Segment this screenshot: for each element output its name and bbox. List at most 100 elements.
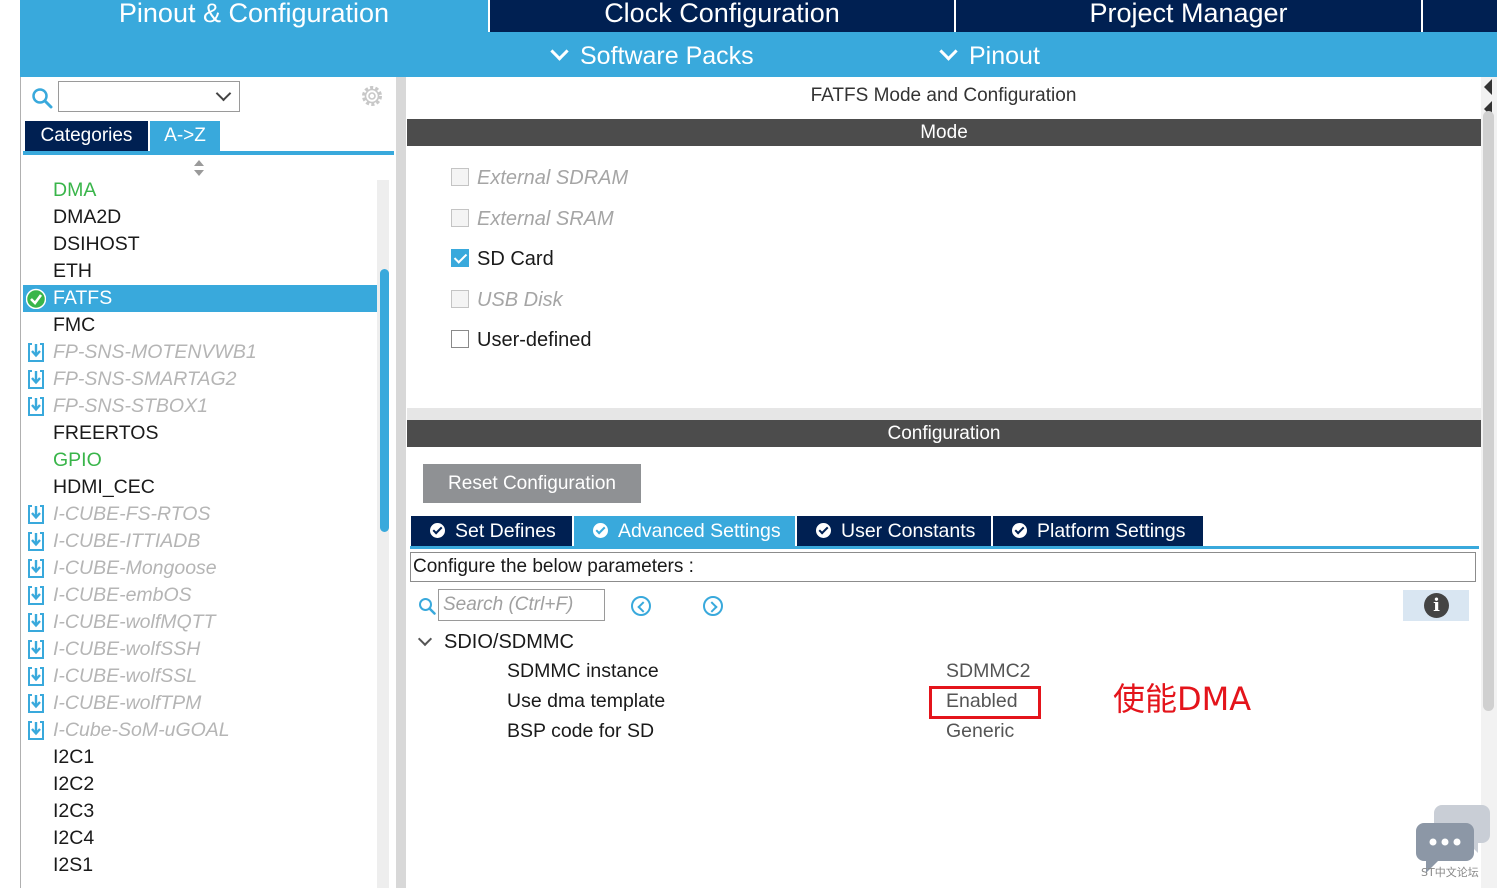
gear-icon[interactable]	[359, 83, 385, 109]
list-item-i-cube-wolfssh[interactable]: I-CUBE-wolfSSH	[23, 636, 379, 663]
mode-option-external-sdram: External SDRAM	[451, 163, 628, 193]
mode-option-user-defined[interactable]: User-defined	[451, 325, 592, 355]
parameter-search-input[interactable]: Search (Ctrl+F)	[438, 589, 605, 621]
check-circle-icon	[430, 523, 445, 538]
list-item-label: ETH	[53, 260, 92, 282]
checkbox	[451, 167, 469, 186]
list-item-i2c1[interactable]: I2C1	[23, 744, 379, 771]
chevron-down-icon	[939, 42, 958, 61]
list-item-dfsdm1[interactable]: DFSDM1	[23, 169, 379, 177]
download-icon	[28, 532, 44, 551]
checkbox[interactable]	[451, 329, 469, 348]
software-packs-menu[interactable]: Software Packs	[550, 32, 754, 77]
panel-scrollbar-thumb[interactable]	[1483, 111, 1494, 711]
param-value[interactable]: SDMMC2	[946, 657, 1031, 685]
list-item-i-cube-som-ugoal[interactable]: I-Cube-SoM-uGOAL	[23, 717, 379, 744]
component-list: DFSDM1 DMA DMA2D DSIHOST ETH FATFS FMC FP-SNS-M…	[23, 169, 381, 888]
watermark-text: ST中文论坛	[1421, 866, 1479, 879]
list-item-i2c3[interactable]: I2C3	[23, 798, 379, 825]
download-icon	[28, 505, 44, 524]
previous-match-icon[interactable]	[631, 596, 651, 616]
list-item-label: I2S1	[53, 854, 94, 876]
download-icon	[28, 721, 44, 740]
list-item-fp-sns-smartag2[interactable]: FP-SNS-SMARTAG2	[23, 366, 379, 393]
list-item-i-cube-embos[interactable]: I-CUBE-embOS	[23, 582, 379, 609]
next-match-icon[interactable]	[703, 596, 723, 616]
param-label: Use dma template	[507, 690, 666, 712]
download-icon	[28, 586, 44, 605]
search-icon[interactable]	[418, 597, 436, 615]
list-item-i-cube-fs-rtos[interactable]: I-CUBE-FS-RTOS	[23, 501, 379, 528]
mode-option-label: User-defined	[477, 329, 592, 351]
scroll-arrow-icon[interactable]	[1484, 79, 1492, 95]
download-icon	[28, 397, 44, 416]
tab-categories[interactable]: Categories	[25, 121, 148, 151]
tab-clock-configuration[interactable]: Clock Configuration	[490, 0, 954, 32]
list-item-freertos[interactable]: FREERTOS	[23, 420, 379, 447]
chevron-down-icon[interactable]	[215, 85, 232, 102]
section-divider[interactable]	[407, 408, 1481, 420]
list-item-gpio[interactable]: GPIO	[23, 447, 379, 474]
component-panel: Categories A->Z DFSDM1 DMA DMA2D DSIHOST ETH…	[20, 77, 396, 888]
list-item-i2s1[interactable]: I2S1	[23, 852, 379, 879]
checkbox	[451, 208, 469, 227]
list-item-i-cube-wolftpm[interactable]: I-CUBE-wolfTPM	[23, 690, 379, 717]
list-item-fatfs[interactable]: FATFS	[23, 285, 379, 312]
list-item-label: I-CUBE-FS-RTOS	[53, 503, 211, 525]
list-item-label: I-CUBE-ITTIADB	[53, 530, 201, 552]
list-item-label: I2C4	[53, 827, 95, 849]
list-item-label: I-Cube-SoM-uGOAL	[53, 719, 230, 741]
list-scrollbar-thumb[interactable]	[380, 269, 389, 532]
list-item-label: HDMI_CEC	[53, 476, 155, 498]
list-item-hdmi-cec[interactable]: HDMI_CEC	[23, 474, 379, 501]
list-item-fmc[interactable]: FMC	[23, 312, 379, 339]
list-item-i-cube-wolfssl[interactable]: I-CUBE-wolfSSL	[23, 663, 379, 690]
chevron-down-icon[interactable]	[417, 631, 433, 647]
list-item-i2c2[interactable]: I2C2	[23, 771, 379, 798]
configuration-header: Configuration	[407, 420, 1481, 447]
list-item-fp-sns-motenvwb1[interactable]: FP-SNS-MOTENVWB1	[23, 339, 379, 366]
list-item-i2c4[interactable]: I2C4	[23, 825, 379, 852]
search-icon[interactable]	[31, 87, 53, 109]
tab-platform-settings[interactable]: Platform Settings	[993, 516, 1203, 546]
check-circle-icon	[26, 288, 46, 309]
list-item-i-cube-mongoose[interactable]: I-CUBE-Mongoose	[23, 555, 379, 582]
list-item-label: I-CUBE-wolfSSL	[53, 665, 198, 687]
pinout-menu[interactable]: Pinout	[939, 32, 1040, 77]
mode-option-sd-card[interactable]: SD Card	[451, 244, 554, 274]
check-circle-icon	[816, 523, 831, 538]
tab-underline	[410, 546, 1479, 549]
list-item-fp-sns-stbox1[interactable]: FP-SNS-STBOX1	[23, 393, 379, 420]
tab-label: Platform Settings	[1037, 520, 1186, 542]
list-item-dma[interactable]: DMA	[23, 177, 379, 204]
info-button[interactable]: i	[1403, 590, 1469, 621]
reset-configuration-button[interactable]: Reset Configuration	[423, 464, 641, 503]
checkbox-checked[interactable]	[451, 248, 469, 267]
tab-user-constants[interactable]: User Constants	[797, 516, 991, 546]
chevron-down-icon	[550, 42, 569, 61]
list-item-label: FREERTOS	[53, 422, 159, 444]
list-item-eth[interactable]: ETH	[23, 258, 379, 285]
list-item-i-cube-ittiadb[interactable]: I-CUBE-ITTIADB	[23, 528, 379, 555]
tab-project-manager[interactable]: Project Manager	[956, 0, 1421, 32]
tab-set-defines[interactable]: Set Defines	[411, 516, 572, 546]
download-icon	[28, 667, 44, 686]
list-item-dsihost[interactable]: DSIHOST	[23, 231, 379, 258]
download-icon	[28, 640, 44, 659]
list-item-dma2d[interactable]: DMA2D	[23, 204, 379, 231]
download-icon	[28, 613, 44, 632]
param-label: SDMMC instance	[507, 660, 659, 682]
tab-pinout-configuration[interactable]: Pinout & Configuration	[20, 0, 488, 32]
component-search-combo[interactable]	[58, 81, 240, 112]
list-item-label: I2C3	[53, 800, 95, 822]
tree-group-sdio-sdmmc[interactable]: SDIO/SDMMC	[417, 628, 574, 656]
list-item-label: FATFS	[53, 287, 113, 309]
mode-option-label: External SDRAM	[477, 167, 629, 189]
param-value[interactable]: Generic	[946, 717, 1014, 745]
tab-advanced-settings[interactable]: Advanced Settings	[574, 516, 795, 546]
list-item-i-cube-wolfmqtt[interactable]: I-CUBE-wolfMQTT	[23, 609, 379, 636]
panel-splitter[interactable]	[396, 77, 406, 888]
tab-a-to-z[interactable]: A->Z	[150, 121, 220, 151]
param-label: BSP code for SD	[507, 720, 655, 742]
tab-label: Set Defines	[455, 520, 556, 542]
